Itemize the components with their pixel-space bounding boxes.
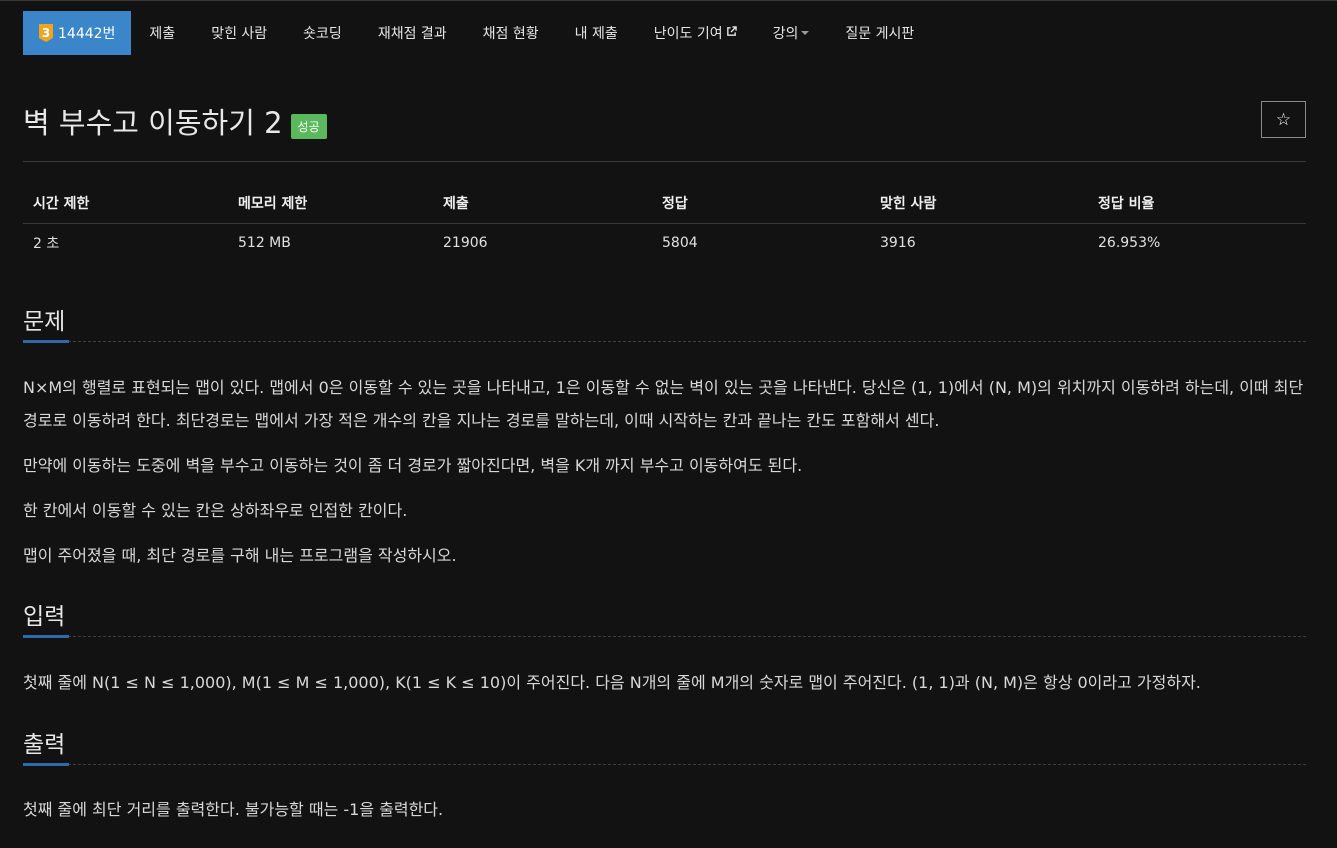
section-underline	[23, 340, 69, 343]
header-accepted: 정답	[652, 184, 870, 224]
tier-badge-icon: 3	[39, 24, 53, 42]
tab-difficulty-label: 난이도 기여	[653, 26, 723, 42]
top-border	[0, 0, 1337, 1]
header-submissions: 제출	[433, 184, 652, 224]
tab-solved-users[interactable]: 맞힌 사람	[193, 11, 285, 55]
table-header-row: 시간 제한 메모리 제한 제출 정답 맞힌 사람 정답 비율	[23, 184, 1306, 224]
section-header: 출력	[23, 725, 1306, 766]
section-title-output: 출력	[23, 732, 66, 758]
section-underline	[23, 763, 69, 766]
section-underline	[23, 635, 69, 638]
section-title-description: 문제	[23, 309, 66, 335]
section-description: 문제 N×M의 행렬로 표현되는 맵이 있다. 맵에서 0은 이동할 수 있는 …	[23, 302, 1306, 584]
value-solved-users: 3916	[880, 235, 916, 252]
value-accepted: 5804	[662, 235, 698, 252]
input-paragraph: 첫째 줄에 N(1 ≤ N ≤ 1,000), M(1 ≤ M ≤ 1,000)…	[23, 673, 1201, 692]
description-body: N×M의 행렬로 표현되는 맵이 있다. 맵에서 0은 이동할 수 있는 곳을 …	[23, 371, 1306, 572]
tab-submit[interactable]: 제출	[131, 11, 193, 55]
tab-difficulty-contribution[interactable]: 난이도 기여	[636, 11, 755, 55]
value-submissions: 21906	[443, 235, 488, 252]
header-accept-ratio: 정답 비율	[1088, 184, 1306, 224]
tab-short-coding[interactable]: 숏코딩	[285, 11, 360, 55]
value-time-limit: 2 초	[33, 236, 60, 253]
section-input: 입력 첫째 줄에 N(1 ≤ N ≤ 1,000), M(1 ≤ M ≤ 1,0…	[23, 597, 1306, 711]
header-memory-limit: 메모리 제한	[228, 184, 433, 224]
output-body: 첫째 줄에 최단 거리를 출력한다. 불가능할 때는 -1을 출력한다.	[23, 793, 1306, 826]
section-title-input: 입력	[23, 604, 66, 630]
tab-lectures[interactable]: 강의	[755, 11, 828, 55]
status-badge: 성공	[290, 113, 327, 139]
title-divider	[23, 161, 1306, 162]
problem-info-table: 시간 제한 메모리 제한 제출 정답 맞힌 사람 정답 비율 2 초 512 M…	[23, 184, 1306, 263]
description-paragraph: 한 칸에서 이동할 수 있는 칸은 상하좌우로 인접한 칸이다.	[23, 501, 408, 520]
description-paragraph: 만약에 이동하는 도중에 벽을 부수고 이동하는 것이 좀 더 경로가 짧아진다…	[23, 456, 803, 475]
star-icon: ☆	[1275, 109, 1292, 130]
tab-status[interactable]: 채점 현황	[465, 11, 557, 55]
problem-number: 14442번	[58, 26, 116, 42]
title-row: 벽 부수고 이동하기 2 성공	[23, 100, 327, 142]
tab-my-submissions[interactable]: 내 제출	[557, 11, 636, 55]
output-paragraph: 첫째 줄에 최단 거리를 출력한다. 불가능할 때는 -1을 출력한다.	[23, 800, 444, 819]
input-body: 첫째 줄에 N(1 ≤ N ≤ 1,000), M(1 ≤ M ≤ 1,000)…	[23, 666, 1306, 699]
favorite-star-button[interactable]: ☆	[1261, 101, 1306, 138]
tab-lectures-label: 강의	[772, 26, 799, 42]
external-link-icon	[726, 26, 737, 40]
value-accept-ratio: 26.953%	[1098, 235, 1161, 252]
tab-rejudge-results[interactable]: 재채점 결과	[360, 11, 465, 55]
description-paragraph: N×M의 행렬로 표현되는 맵이 있다. 맵에서 0은 이동할 수 있는 곳을 …	[23, 378, 1304, 430]
section-header: 문제	[23, 302, 1306, 343]
section-header: 입력	[23, 597, 1306, 638]
problem-menu: 3 14442번 제출 맞힌 사람 숏코딩 재채점 결과 채점 현황 내 제출 …	[23, 11, 932, 55]
value-memory-limit: 512 MB	[238, 235, 291, 252]
tab-qna-board[interactable]: 질문 게시판	[827, 11, 932, 55]
table-row: 2 초 512 MB 21906 5804 3916 26.953%	[23, 223, 1306, 263]
description-paragraph: 맵이 주어졌을 때, 최단 경로를 구해 내는 프로그램을 작성하시오.	[23, 546, 457, 565]
page-title: 벽 부수고 이동하기 2	[23, 106, 283, 140]
tab-problem[interactable]: 3 14442번	[23, 11, 132, 55]
header-solved-users: 맞힌 사람	[870, 184, 1088, 224]
header-time-limit: 시간 제한	[23, 184, 228, 224]
section-output: 출력 첫째 줄에 최단 거리를 출력한다. 불가능할 때는 -1을 출력한다.	[23, 725, 1306, 838]
caret-down-icon	[801, 31, 810, 35]
